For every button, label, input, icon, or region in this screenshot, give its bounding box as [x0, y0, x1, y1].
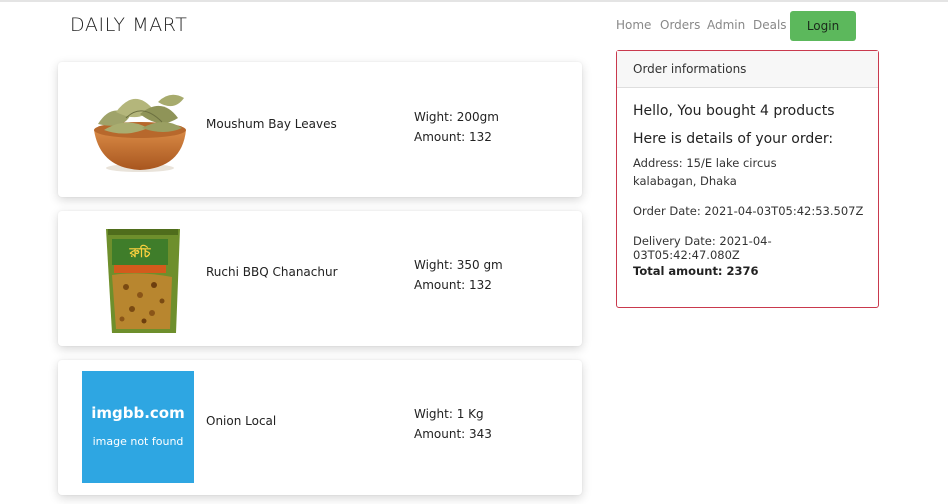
product-weight: Wight: 200gm: [414, 110, 499, 124]
delivery-date: Delivery Date: 2021-04-03T05:42:47.080Z: [633, 234, 772, 262]
image-not-found-placeholder: imgbb.com image not found: [82, 371, 194, 483]
nav-deals[interactable]: Deals: [753, 18, 787, 32]
order-info-panel: Order informations Hello, You bought 4 p…: [616, 50, 879, 308]
order-address: Address: 15/E lake circus kalabagan, Dha…: [633, 156, 777, 188]
order-total: Total amount: 2376: [633, 264, 759, 278]
order-details-title: Here is details of your order:: [633, 131, 834, 147]
bay-leaves-image: [94, 94, 186, 172]
placeholder-title: imgbb.com: [91, 404, 185, 422]
product-amount: Amount: 132: [414, 130, 492, 144]
nav-home[interactable]: Home: [616, 18, 651, 32]
brand-logo[interactable]: DAILY MART: [70, 14, 187, 36]
product-name: Moushum Bay Leaves: [206, 117, 337, 131]
order-date: Order Date: 2021-04-03T05:42:53.507Z: [633, 204, 864, 218]
product-name: Ruchi BBQ Chanachur: [206, 265, 338, 279]
product-card: রুচি Ruchi BBQ Chanachur Wight: 350 gm A…: [58, 211, 582, 346]
placeholder-subtitle: image not found: [92, 435, 184, 448]
order-panel-header: Order informations: [617, 51, 878, 88]
nav-orders[interactable]: Orders: [660, 18, 700, 32]
product-name: Onion Local: [206, 414, 277, 428]
nav-admin[interactable]: Admin: [707, 18, 745, 32]
product-card: imgbb.com image not found Onion Local Wi…: [58, 360, 582, 495]
login-button[interactable]: Login: [790, 11, 856, 41]
product-weight: Wight: 350 gm: [414, 258, 503, 272]
product-amount: Amount: 343: [414, 427, 492, 441]
product-card: Moushum Bay Leaves Wight: 200gm Amount: …: [58, 62, 582, 197]
product-amount: Amount: 132: [414, 278, 492, 292]
top-border: [0, 0, 948, 2]
product-weight: Wight: 1 Kg: [414, 407, 484, 421]
chanachur-packet-image: রুচি: [106, 229, 180, 333]
svg-text:রুচি: রুচি: [129, 244, 152, 261]
order-greeting: Hello, You bought 4 products: [633, 103, 835, 119]
